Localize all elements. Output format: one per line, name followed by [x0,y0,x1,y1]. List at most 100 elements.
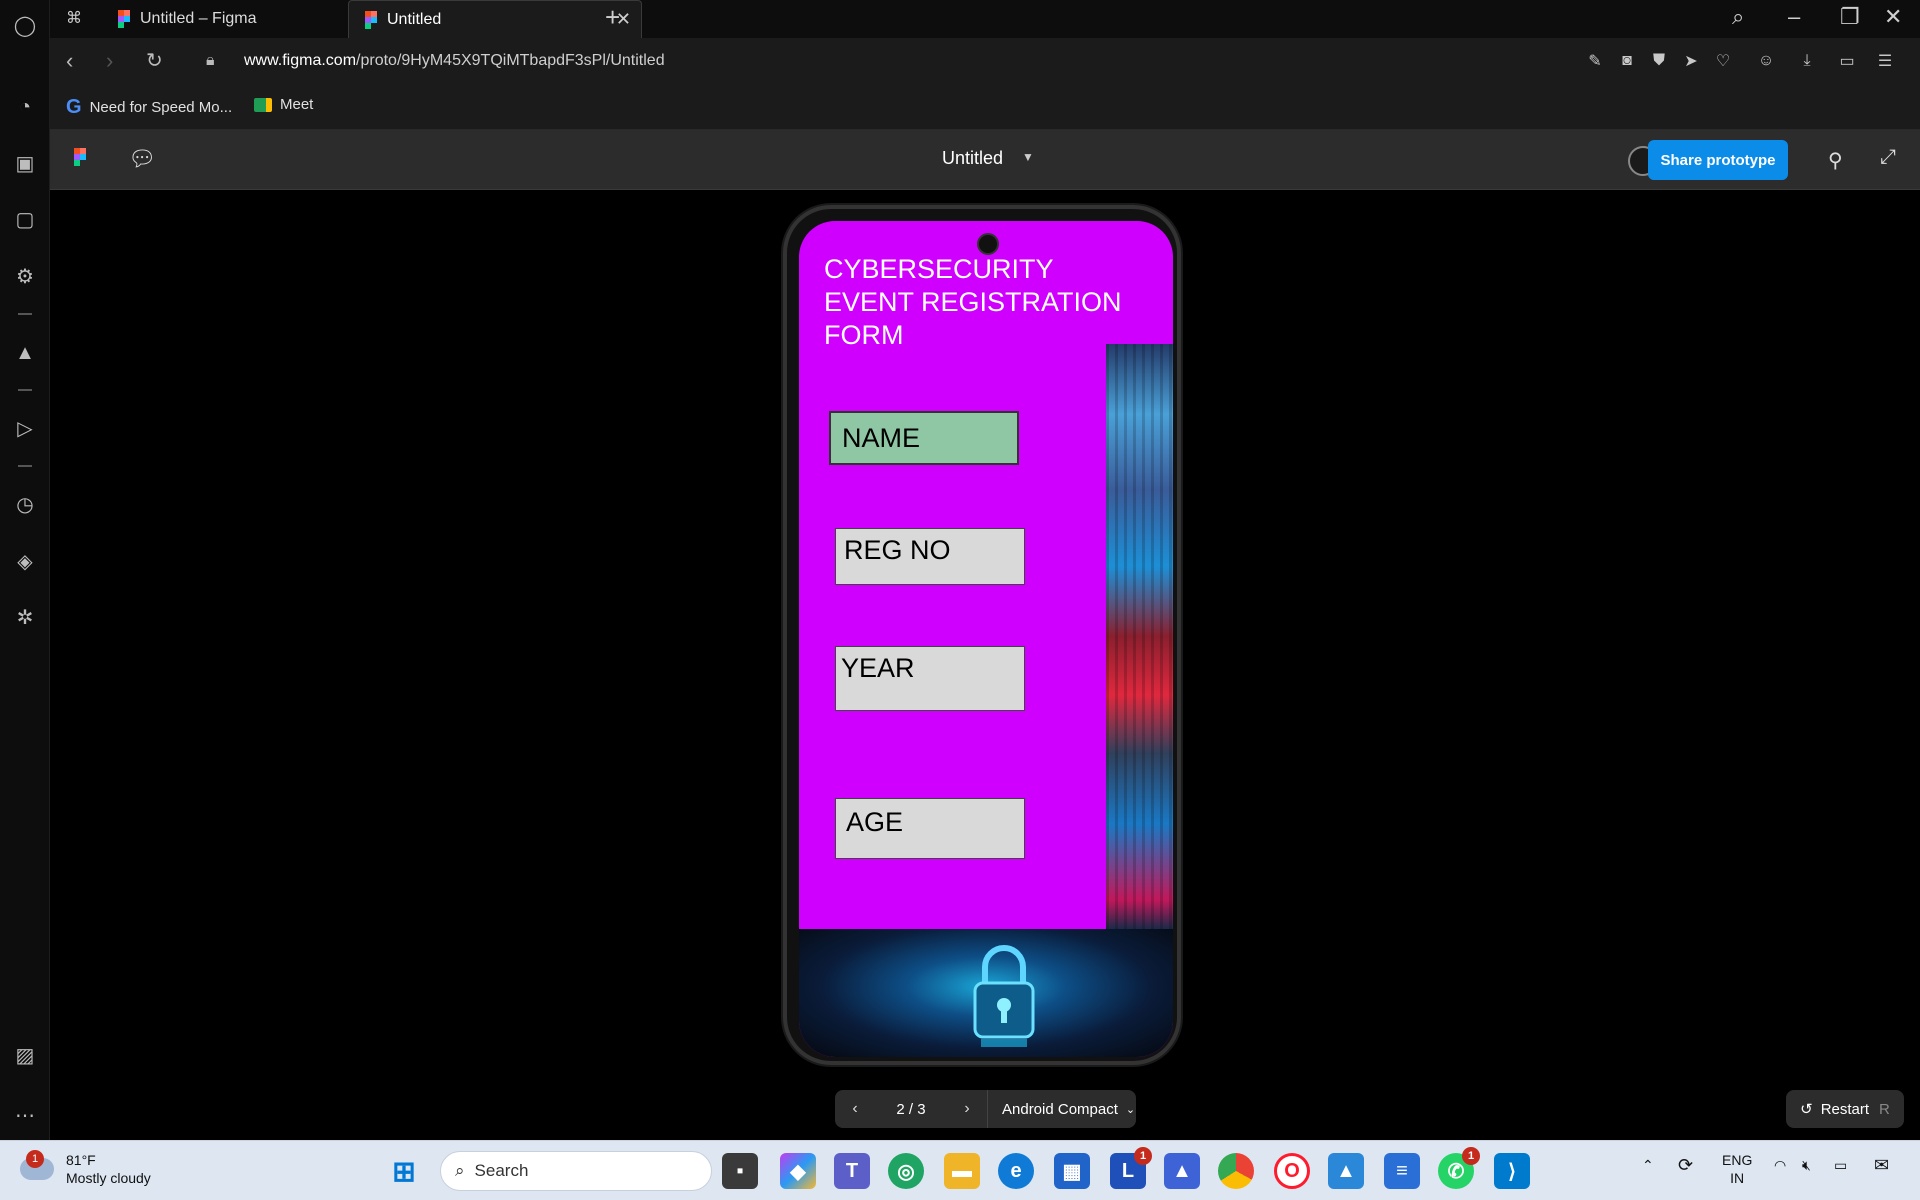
search-icon: ⌕ [455,1161,465,1180]
reload-icon[interactable]: ↻ [146,48,163,73]
chrome-icon[interactable] [1218,1153,1254,1189]
teams-icon[interactable]: T [834,1153,870,1189]
copilot-icon[interactable]: ◆ [780,1153,816,1189]
notepad-icon[interactable]: ≡ [1384,1153,1420,1189]
comment-icon[interactable]: 💬︎ [128,146,156,172]
previous-frame-icon[interactable]: ‹ [835,1100,875,1118]
tab-strip: ⌘ Untitled – Figma ✕ Untitled ✕ + ⌕ – ❐ … [50,0,1920,38]
reg-no-field[interactable]: REG NO [835,528,1025,585]
fullscreen-icon[interactable]: ⤢ [1880,146,1896,169]
app-badge: 1 [1462,1147,1480,1165]
settings-icon[interactable]: ✲ [12,604,38,630]
task-view-icon[interactable]: ▪ [722,1153,758,1189]
more-icon[interactable]: ⋯ [12,1102,38,1128]
shopping-bag-icon[interactable]: ▣ [12,150,38,176]
restart-button[interactable]: ↺ Restart R [1786,1090,1904,1128]
speed-dial-icon[interactable]: ◔ [12,94,38,120]
close-window-icon[interactable]: ✕ [1884,4,1902,30]
send-icon[interactable]: ➤ [1680,50,1702,72]
chevron-down-icon[interactable]: ▼ [1022,150,1034,164]
tab-prototype[interactable]: Untitled ✕ [348,0,642,38]
volume-muted-icon[interactable]: 🔇︎ [1802,1157,1811,1174]
front-camera [977,233,999,255]
figma-menu-icon[interactable] [74,148,86,166]
next-frame-icon[interactable]: › [947,1100,987,1118]
cyber-side-image [1106,344,1173,929]
new-tab-icon[interactable]: + [605,2,620,33]
prototype-pager: ‹ 2 / 3 › Android Compact ⌄ [835,1090,1136,1128]
search-box[interactable]: ⌕ Search [440,1151,712,1191]
l-app-icon[interactable]: L1 [1110,1147,1152,1189]
bookmarks-bar: G Need for Speed Mo... Meet [50,86,1920,130]
prototype-screen[interactable]: CYBERSECURITY EVENT REGISTRATION FORM NA… [799,221,1173,1057]
extensions-icon[interactable]: ⚙ [12,263,38,289]
store-icon[interactable]: ▦ [1054,1153,1090,1189]
restart-label: Restart [1820,1100,1870,1118]
whatsapp-icon[interactable]: ✆ 1 [1438,1147,1480,1189]
device-select[interactable]: Android Compact ⌄ [987,1090,1135,1128]
gallery-icon[interactable]: ▨ [12,1042,38,1068]
aria-icon[interactable]: ▲ [12,340,38,366]
edge-icon[interactable]: e [998,1153,1034,1189]
search-tabs-icon[interactable]: ⌕ [1732,4,1744,30]
bookmark-meet[interactable]: Meet [254,96,313,113]
age-field[interactable]: AGE [835,798,1025,859]
share-prototype-button[interactable]: Share prototype [1648,140,1788,180]
file-title[interactable]: Untitled [942,148,1003,169]
weather-widget[interactable]: 1 81°F Mostly cloudy [20,1150,151,1187]
bookmark-need-for-speed[interactable]: G Need for Speed Mo... [66,96,232,119]
back-icon[interactable]: ‹ [66,48,73,74]
tab-label: Untitled – Figma [140,10,257,27]
url-field[interactable]: www.figma.com/proto/9HyM45X9TQiMTbapdF3s… [244,52,665,70]
photos-icon[interactable]: ▲ [1328,1153,1364,1189]
device-label: Android Compact [1002,1100,1118,1118]
year-field[interactable]: YEAR [835,646,1025,711]
adblock-shield-icon[interactable]: ⛊ [1648,50,1670,72]
address-bar: ‹ › ↻ 🔒︎ www.figma.com/proto/9HyM45X9TQi… [50,38,1920,86]
restart-icon: ↺ [1800,1101,1813,1118]
browser-sidebar: ◯ ◔ ▣ ▢ ⚙ ▲ ▷ ◷ ◈ ✲ ▨ ⋯ [0,0,50,1140]
google-icon: G [66,96,82,118]
vscode-icon[interactable]: ⟩ [1494,1153,1530,1189]
minimize-icon[interactable]: – [1788,4,1800,30]
opera-icon[interactable]: O [1274,1153,1310,1189]
app-badge: 1 [1134,1147,1152,1165]
history-icon[interactable]: ◷ [12,491,38,517]
language-indicator[interactable]: ENG IN [1722,1151,1752,1187]
restart-shortcut: R [1879,1100,1890,1118]
player-icon[interactable]: ▷ [12,415,38,441]
notifications-icon[interactable]: ✉ [1874,1155,1889,1176]
battery-saver-icon[interactable]: ▭ [1836,50,1858,72]
camera-icon[interactable]: ◙ [1616,50,1638,72]
weather-badge: 1 [26,1150,44,1168]
chevron-up-icon[interactable]: ⌃ [1642,1157,1654,1174]
sidebar-divider [18,465,32,467]
sync-tray-icon[interactable]: ⟳ [1678,1155,1693,1176]
affinity-icon[interactable]: ▲ [1164,1153,1200,1189]
download-icon[interactable]: ⤓ [1796,50,1818,72]
temperature: 81°F [66,1152,96,1168]
sync-app-icon[interactable]: ◎ [888,1153,924,1189]
settings-sliders-icon[interactable]: ⚲ [1828,148,1843,173]
figma-icon [365,10,377,29]
tab-label: Untitled [387,10,442,28]
edit-page-icon[interactable]: ✎ [1584,50,1606,72]
twitch-icon[interactable]: ▢ [12,206,38,232]
wifi-icon[interactable]: ◠ [1774,1157,1786,1174]
meet-icon [254,97,272,112]
form-title: CYBERSECURITY EVENT REGISTRATION FORM [824,254,1122,350]
name-field[interactable]: NAME [829,411,1019,465]
opera-logo-icon[interactable]: ◯ [12,12,38,38]
file-explorer-icon[interactable]: ▬ [944,1153,980,1189]
lock-icon[interactable]: 🔒︎ [206,52,215,70]
heart-icon[interactable]: ♡ [1712,50,1734,72]
restore-icon[interactable]: ❐ [1840,4,1860,30]
profile-icon[interactable]: ☺ [1755,50,1777,72]
url-domain: www.figma.com [244,52,357,69]
battery-icon[interactable]: ▭ [1834,1157,1847,1174]
cube-icon[interactable]: ◈ [12,548,38,574]
start-icon[interactable]: ⊞ [386,1153,422,1189]
forward-icon[interactable]: › [106,48,113,74]
easy-setup-icon[interactable]: ☰ [1874,50,1896,72]
lang-top: ENG [1722,1152,1753,1168]
